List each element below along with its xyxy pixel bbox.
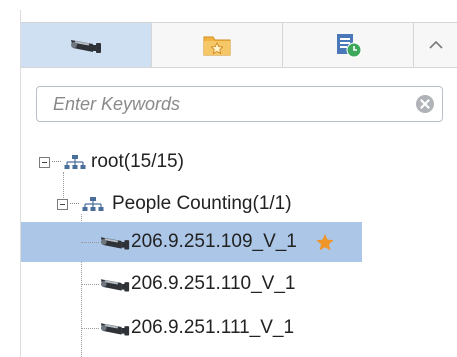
camera-icon bbox=[71, 40, 101, 53]
tree-item-label: 206.9.251.111_V_1 bbox=[131, 317, 295, 338]
camera-icon bbox=[100, 279, 130, 292]
search-box bbox=[36, 86, 443, 122]
collapse-toggle-icon[interactable] bbox=[57, 198, 68, 210]
chevron-up-icon bbox=[429, 40, 443, 49]
collapse-toggle-icon[interactable] bbox=[39, 156, 50, 168]
tree-node-root[interactable]: root(15/15) bbox=[39, 142, 184, 182]
tab-favorites[interactable] bbox=[152, 23, 283, 67]
network-group-icon bbox=[64, 155, 86, 169]
document-clock-icon bbox=[337, 34, 362, 58]
tree-node-group[interactable]: People Counting(1/1) bbox=[57, 184, 292, 224]
collapse-button[interactable] bbox=[414, 23, 457, 67]
tree-node-label: root(15/15) bbox=[91, 151, 184, 172]
camera-icon bbox=[100, 323, 130, 336]
tree-item-camera[interactable]: 206.9.251.109_V_1 bbox=[21, 222, 362, 262]
tree-item-camera[interactable]: 206.9.251.111_V_1 bbox=[81, 308, 294, 348]
tree-item-camera[interactable]: 206.9.251.110_V_1 bbox=[81, 264, 295, 304]
star-folder-icon bbox=[203, 36, 231, 56]
tree-node-label: People Counting(1/1) bbox=[112, 193, 292, 214]
clear-search-icon[interactable] bbox=[416, 95, 434, 113]
device-tree-panel: root(15/15) People Counting(1/1) 206.9.2… bbox=[20, 10, 457, 357]
camera-icon bbox=[100, 237, 130, 250]
tab-cameras[interactable] bbox=[21, 23, 152, 67]
tab-bar bbox=[21, 22, 457, 68]
tree-item-label: 206.9.251.110_V_1 bbox=[131, 273, 296, 294]
tab-schedule[interactable] bbox=[283, 23, 414, 67]
search-input[interactable] bbox=[37, 87, 397, 121]
favorite-star-icon[interactable] bbox=[315, 233, 335, 252]
network-group-icon bbox=[82, 197, 104, 211]
tree-item-label: 206.9.251.109_V_1 bbox=[131, 231, 297, 252]
